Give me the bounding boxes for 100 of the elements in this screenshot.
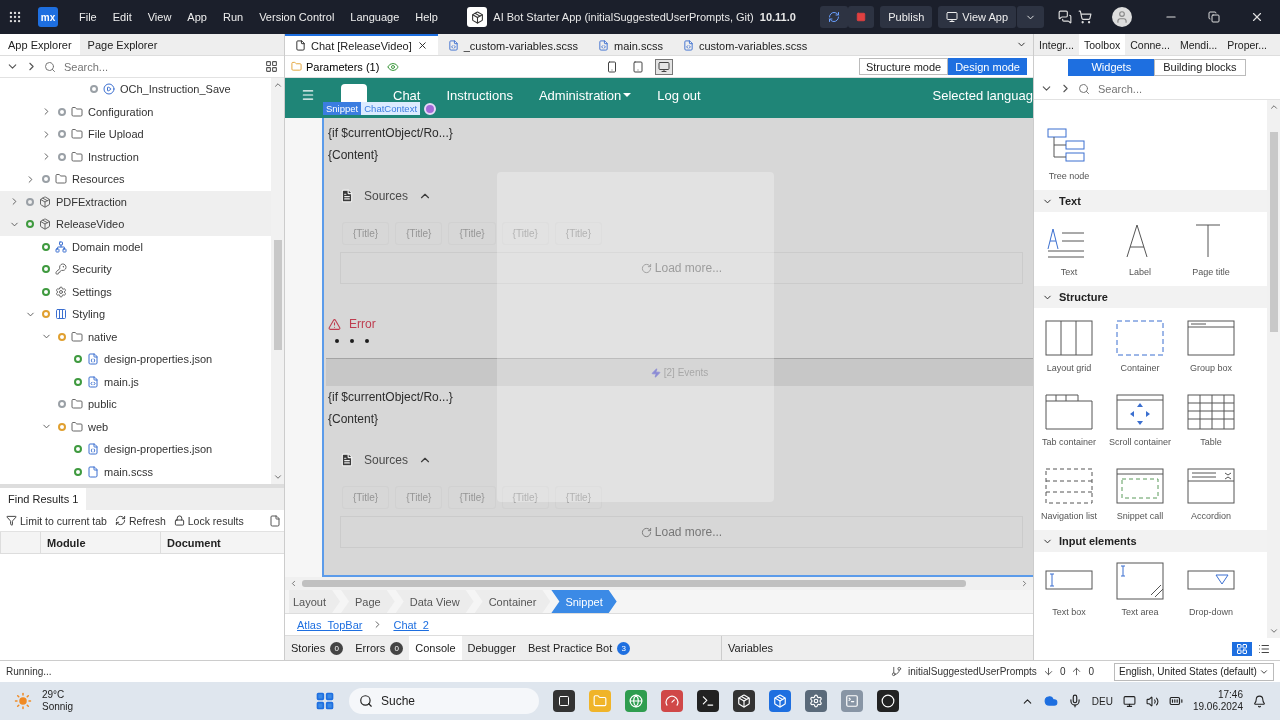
nav-link[interactable]: Instructions — [446, 87, 513, 103]
document-tab[interactable]: main.scss — [588, 34, 673, 55]
apps-icon[interactable] — [8, 10, 22, 24]
nav-link[interactable]: Log out — [657, 87, 701, 103]
tree-item[interactable]: native — [0, 325, 271, 348]
desktop-button[interactable] — [654, 58, 673, 75]
widget-icon[interactable] — [1044, 465, 1094, 505]
sync-button[interactable] — [820, 6, 849, 28]
document-tab[interactable]: custom-variables.scss — [672, 34, 818, 55]
menu-item[interactable]: View — [142, 11, 177, 23]
tree-item[interactable]: OCh_Instruction_Save — [0, 78, 271, 101]
menu-item[interactable]: Help — [410, 11, 443, 23]
nav-link[interactable]: Chat — [393, 87, 421, 103]
widget-label[interactable]: Group box — [1190, 363, 1232, 373]
globe-icon[interactable] — [624, 690, 647, 712]
cube-icon[interactable] — [732, 690, 755, 712]
cart-icon[interactable] — [1078, 10, 1092, 24]
segment-button[interactable]: Widgets — [1068, 58, 1155, 76]
section-header[interactable]: Input elements — [1034, 530, 1267, 552]
widget-icon[interactable] — [1186, 391, 1236, 431]
volume-icon[interactable] — [1145, 694, 1159, 708]
stop-button[interactable] — [848, 6, 875, 28]
tree-item[interactable]: Styling — [0, 303, 271, 326]
bell-icon[interactable] — [1253, 694, 1266, 708]
close-icon[interactable] — [416, 40, 428, 51]
panel-tab[interactable]: Stories 0 — [285, 636, 350, 660]
template-field[interactable]: {if $currentObject/Ro...} — [328, 122, 453, 144]
widget-label[interactable]: Snippet call — [1116, 511, 1164, 521]
menu-item[interactable]: App — [182, 11, 212, 23]
scroll-left-icon[interactable] — [289, 579, 298, 588]
template-field[interactable]: {Content} — [328, 144, 379, 166]
menu-item[interactable]: Edit — [107, 11, 137, 23]
panel-tab[interactable]: Toolbox — [1079, 34, 1126, 55]
view-app-button[interactable]: View App — [938, 6, 1016, 28]
grid-view-button[interactable] — [1232, 642, 1252, 656]
breadcrumb-item[interactable]: Container — [474, 590, 551, 613]
tree-item[interactable]: Configuration — [0, 100, 271, 123]
widget-label[interactable]: Text — [1060, 267, 1078, 277]
panel-tab[interactable]: Conne... — [1125, 34, 1175, 55]
restore-icon[interactable] — [1208, 11, 1220, 23]
publish-button[interactable]: Publish — [880, 6, 933, 28]
tree-item[interactable]: Security — [0, 258, 271, 281]
scroll-up-icon[interactable] — [272, 80, 283, 90]
panel-tab[interactable]: Page Explorer — [79, 34, 166, 55]
tree-item[interactable]: ReleaseVideo — [0, 213, 271, 236]
panel-tab[interactable]: Mendi... — [1174, 34, 1223, 55]
cloud-icon[interactable] — [1043, 694, 1058, 708]
panel-tab[interactable]: Best Practice Bot 3 — [521, 636, 637, 660]
scrollbar[interactable] — [271, 78, 284, 484]
chat-icon[interactable] — [1058, 10, 1072, 24]
toolbar-button[interactable]: Limit to current tab — [3, 514, 110, 527]
terminal-icon[interactable] — [696, 690, 719, 712]
scroll-right-icon[interactable] — [1020, 579, 1029, 588]
panel-tab[interactable]: App Explorer — [0, 34, 80, 55]
keyboard-language[interactable]: DEU — [1091, 695, 1113, 707]
menu-item[interactable]: Language — [345, 11, 405, 23]
widget-label[interactable]: Layout grid — [1046, 363, 1092, 373]
widget-label[interactable]: Text box — [1052, 607, 1086, 617]
close-icon[interactable] — [1250, 10, 1264, 24]
tree-item[interactable]: design-properties.json — [0, 438, 271, 461]
gauge-icon[interactable] — [660, 690, 683, 712]
tree-item[interactable]: main.js — [0, 370, 271, 393]
settings-icon[interactable] — [804, 690, 827, 712]
widget-icon[interactable] — [1044, 317, 1094, 357]
document-tab[interactable]: Chat [ReleaseVideo] — [285, 34, 438, 55]
eye-icon[interactable] — [387, 60, 400, 73]
search-field[interactable]: Search... — [62, 57, 259, 76]
widget-label[interactable]: Tab container — [1041, 437, 1096, 447]
tree-item[interactable]: web — [0, 415, 271, 438]
toolbar-button[interactable]: Refresh — [111, 514, 169, 527]
tree-item[interactable]: File Upload — [0, 123, 271, 146]
monitor-icon[interactable] — [1122, 694, 1136, 708]
window-icon[interactable] — [552, 690, 575, 712]
tree-item[interactable]: main.scss — [0, 460, 271, 483]
panel-tab[interactable]: Errors 0 — [349, 636, 410, 660]
widget-label[interactable]: Tree node — [1048, 171, 1090, 181]
tree-item[interactable]: public — [0, 393, 271, 416]
nav-link[interactable]: Administration — [538, 87, 632, 103]
parameters-button[interactable]: Parameters (1) — [291, 60, 380, 73]
windows-icon[interactable] — [314, 691, 335, 711]
scroll-up-icon[interactable] — [1268, 102, 1279, 112]
panel-tab[interactable]: Console — [409, 636, 462, 660]
scroll-down-icon[interactable] — [272, 472, 283, 482]
widget-label[interactable]: Container — [1120, 363, 1160, 373]
scroll-down-icon[interactable] — [1268, 626, 1279, 636]
export-icon[interactable] — [269, 514, 281, 527]
widget-label[interactable]: Drop-down — [1189, 607, 1233, 617]
breadcrumb-item[interactable]: Data View — [395, 590, 474, 613]
menu-item[interactable]: File — [74, 11, 102, 23]
widget-icon[interactable] — [1115, 465, 1165, 505]
template-field[interactable]: {if $currentObject/Ro...} — [328, 386, 453, 408]
clock-date[interactable]: 19.06.2024 — [1192, 701, 1243, 713]
mode-button[interactable]: Structure mode — [858, 58, 949, 75]
tree-item[interactable]: Domain model — [0, 235, 271, 258]
widget-icon[interactable] — [1115, 391, 1165, 431]
menu-item[interactable]: Version Control — [254, 11, 340, 23]
widget-label[interactable]: Accordion — [1191, 511, 1231, 521]
panel-tab[interactable]: Debugger — [461, 636, 522, 660]
widget-label[interactable]: Table — [1200, 437, 1222, 447]
widget-label[interactable]: Navigation list — [1041, 511, 1097, 521]
